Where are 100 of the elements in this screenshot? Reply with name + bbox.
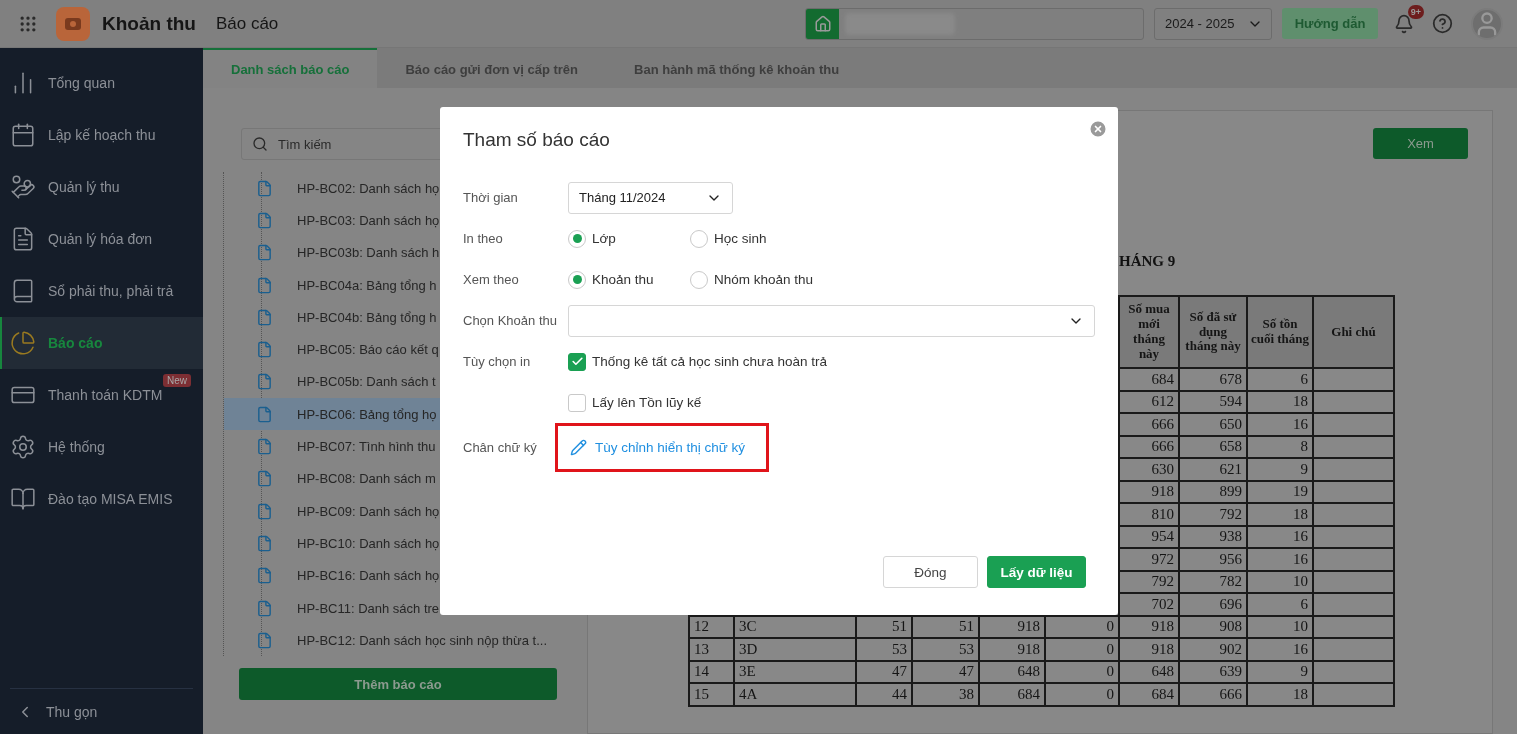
report-list-item[interactable]: HP-BC08: Danh sách m (224, 462, 560, 495)
field-label: Chọn Khoản thu (463, 313, 558, 328)
table-cell: 678 (1179, 368, 1247, 391)
table-cell: 0 (1045, 683, 1119, 706)
school-selector[interactable] (805, 7, 1144, 40)
table-cell: 6 (1247, 593, 1313, 616)
document-icon (256, 534, 273, 552)
table-cell: 3E (734, 660, 856, 683)
user-avatar[interactable] (1471, 7, 1503, 40)
checkbox-option[interactable]: Lấy lên Tồn lũy kế (568, 393, 702, 412)
document-icon (256, 405, 273, 423)
month-select[interactable]: Tháng 11/2024 (568, 181, 733, 214)
checkbox-option[interactable]: Thống kê tất cả học sinh chưa hoàn trả (568, 352, 827, 371)
table-cell: 10 (1247, 615, 1313, 638)
sidebar-item[interactable]: Báo cáo (0, 317, 203, 369)
sidebar-item[interactable]: Lập kế hoạch thu (0, 109, 203, 161)
document-icon (256, 599, 273, 617)
table-cell: 648 (979, 660, 1045, 683)
bell-icon[interactable] (1394, 13, 1414, 34)
report-list-item[interactable]: HP-BC16: Danh sách họ (224, 559, 560, 592)
table-cell: 19 (1247, 480, 1313, 503)
table-cell: 13 (689, 638, 734, 661)
notification-badge: 9+ (1407, 4, 1424, 19)
document-icon (256, 502, 273, 520)
house-icon (813, 14, 832, 33)
document-icon (256, 470, 273, 488)
table-cell: 918 (1119, 615, 1179, 638)
page-title: Báo cáo (215, 13, 279, 34)
check-icon (570, 355, 584, 368)
radio-option[interactable]: Nhóm khoản thu (690, 270, 890, 289)
table-cell: 53 (912, 638, 979, 661)
table-cell: 666 (1179, 683, 1247, 706)
table-cell: 9 (1247, 458, 1313, 481)
radio-label: Khoản thu (592, 272, 654, 287)
get-data-button[interactable]: Lấy dữ liệu (987, 556, 1086, 588)
table-cell: 648 (1119, 660, 1179, 683)
table-cell: 10 (1247, 570, 1313, 593)
close-icon[interactable] (1088, 119, 1108, 139)
collapse-button[interactable]: Thu gọn (10, 688, 193, 734)
document-icon (256, 244, 273, 262)
sidebar-item[interactable]: Sổ phải thu, phải trả (0, 265, 203, 317)
table-cell: 902 (1179, 638, 1247, 661)
document-icon (256, 276, 273, 294)
close-button[interactable]: Đóng (883, 556, 978, 588)
field-label: Thời gian (463, 190, 519, 205)
table-cell: 44 (856, 683, 912, 706)
help-icon[interactable] (1432, 13, 1453, 34)
radio-option[interactable]: Khoản thu (568, 270, 690, 289)
sidebar-item[interactable]: Thanh toán KDTM New (0, 369, 203, 421)
tab[interactable]: Ban hành mã thống kê khoản thu (606, 48, 868, 88)
report-list-item[interactable]: HP-BC12: Danh sách học sinh nộp thừa t... (224, 624, 560, 657)
table-cell: 650 (1179, 413, 1247, 436)
report-list-item[interactable]: HP-BC09: Danh sách họ (224, 494, 560, 528)
radio-option[interactable]: Học sinh (690, 229, 890, 248)
checkbox[interactable] (568, 393, 586, 412)
view-button[interactable]: Xem (1373, 128, 1468, 159)
table-cell: 6 (1247, 368, 1313, 391)
table-cell: 16 (1247, 413, 1313, 436)
radio-label: Học sinh (714, 231, 767, 246)
table-cell: 47 (856, 660, 912, 683)
sidebar-item[interactable]: Tổng quan (0, 57, 203, 109)
table-cell: 594 (1179, 390, 1247, 413)
table-cell: 8 (1247, 435, 1313, 458)
app-logo (56, 6, 90, 41)
document-icon (256, 373, 273, 391)
table-cell: 16 (1247, 548, 1313, 571)
year-select[interactable]: 2024 - 2025 (1154, 7, 1272, 40)
sidebar-item[interactable]: Đào tạo MISA EMIS (0, 473, 203, 525)
radio-label: Nhóm khoản thu (714, 272, 814, 287)
report-list-item[interactable]: HP-BC10: Danh sách họ (224, 527, 560, 560)
radio-option[interactable]: Lớp (568, 229, 690, 248)
sidebar-item[interactable]: Quản lý hóa đơn (0, 213, 203, 265)
open-book-icon (10, 486, 36, 512)
add-report-button[interactable]: Thêm báo cáo (239, 668, 557, 701)
table-cell: 696 (1179, 593, 1247, 616)
table-cell: 684 (979, 683, 1045, 706)
document-icon (256, 341, 273, 359)
table-cell: 0 (1045, 660, 1119, 683)
document-icon (256, 631, 273, 649)
signature-settings-link[interactable]: Tùy chỉnh hiển thị chữ ký (570, 439, 746, 456)
table-cell: 899 (1179, 480, 1247, 503)
sidebar-item[interactable]: Hệ thống (0, 421, 203, 473)
hand-coins-icon (10, 174, 36, 200)
column-header: Ghi chú (1313, 296, 1394, 368)
calendar-icon (10, 122, 36, 148)
dialog-title: Tham số báo cáo (463, 129, 611, 151)
report-list-item[interactable]: HP-BC11: Danh sách tre (224, 591, 560, 625)
document-icon (256, 308, 273, 326)
app-title: Khoản thu (102, 12, 196, 35)
table-cell: 918 (1119, 638, 1179, 661)
table-cell: 18 (1247, 390, 1313, 413)
column-header: Số mua mới tháng này (1119, 296, 1179, 368)
guide-button[interactable]: Hướng dẫn (1282, 8, 1378, 39)
pencil-icon (570, 439, 587, 456)
new-badge: New (163, 374, 191, 387)
tab[interactable]: Báo cáo gửi đơn vị cấp trên (377, 48, 606, 88)
fee-select[interactable] (568, 304, 1095, 337)
checkbox[interactable] (568, 352, 586, 371)
table-cell: 15 (689, 683, 734, 706)
sidebar-item[interactable]: Quản lý thu (0, 161, 203, 213)
